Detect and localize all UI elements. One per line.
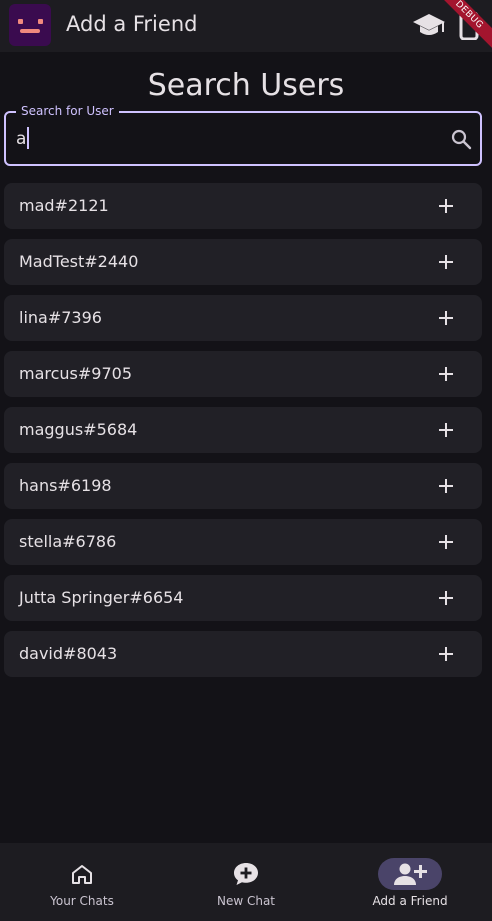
text-caret (27, 127, 29, 149)
nav-add-a-friend[interactable]: Add a Friend (328, 843, 492, 921)
user-name: MadTest#2440 (19, 252, 139, 271)
app-bar: Add a Friend DEBUG (0, 0, 492, 52)
add-friend-icon[interactable] (437, 253, 455, 271)
person-add-icon (394, 863, 427, 885)
nav-label: Add a Friend (372, 894, 448, 908)
user-name: maggus#5684 (19, 420, 138, 439)
add-friend-icon[interactable] (437, 421, 455, 439)
list-item[interactable]: mad#2121 (4, 183, 482, 229)
user-name: david#8043 (19, 644, 118, 663)
add-friend-icon[interactable] (437, 645, 455, 663)
add-friend-icon[interactable] (437, 533, 455, 551)
list-item[interactable]: hans#6198 (4, 463, 482, 509)
add-friend-icon[interactable] (437, 309, 455, 327)
user-name: stella#6786 (19, 532, 117, 551)
user-name: mad#2121 (19, 196, 109, 215)
user-name: hans#6198 (19, 476, 112, 495)
nav-label: Your Chats (50, 894, 114, 908)
add-friend-icon[interactable] (437, 477, 455, 495)
list-item[interactable]: david#8043 (4, 631, 482, 677)
nav-your-chats[interactable]: Your Chats (0, 843, 164, 921)
search-input[interactable]: Search for User a (4, 104, 482, 166)
add-friend-icon[interactable] (437, 365, 455, 383)
app-logo (9, 4, 51, 46)
list-item[interactable]: marcus#9705 (4, 351, 482, 397)
add-friend-icon[interactable] (437, 197, 455, 215)
user-name: marcus#9705 (19, 364, 133, 383)
bottom-navigation: Your Chats New Chat Add a Friend (0, 843, 492, 921)
home-icon (72, 865, 92, 884)
list-item[interactable]: lina#7396 (4, 295, 482, 341)
app-bar-title: Add a Friend (66, 12, 198, 36)
add-friend-icon[interactable] (437, 589, 455, 607)
page-title: Search Users (147, 68, 345, 103)
user-name: Jutta Springer#6654 (19, 588, 184, 607)
search-label: Search for User (16, 104, 119, 118)
nav-label: New Chat (216, 894, 276, 908)
list-item[interactable]: stella#6786 (4, 519, 482, 565)
user-name: lina#7396 (19, 308, 102, 327)
search-value[interactable]: a (16, 129, 26, 149)
list-item[interactable]: maggus#5684 (4, 407, 482, 453)
chat-add-icon (234, 863, 258, 885)
list-item[interactable]: Jutta Springer#6654 (4, 575, 482, 621)
search-icon[interactable] (450, 128, 472, 150)
nav-new-chat[interactable]: New Chat (164, 843, 328, 921)
graduation-cap-icon[interactable] (412, 10, 446, 40)
list-item[interactable]: MadTest#2440 (4, 239, 482, 285)
